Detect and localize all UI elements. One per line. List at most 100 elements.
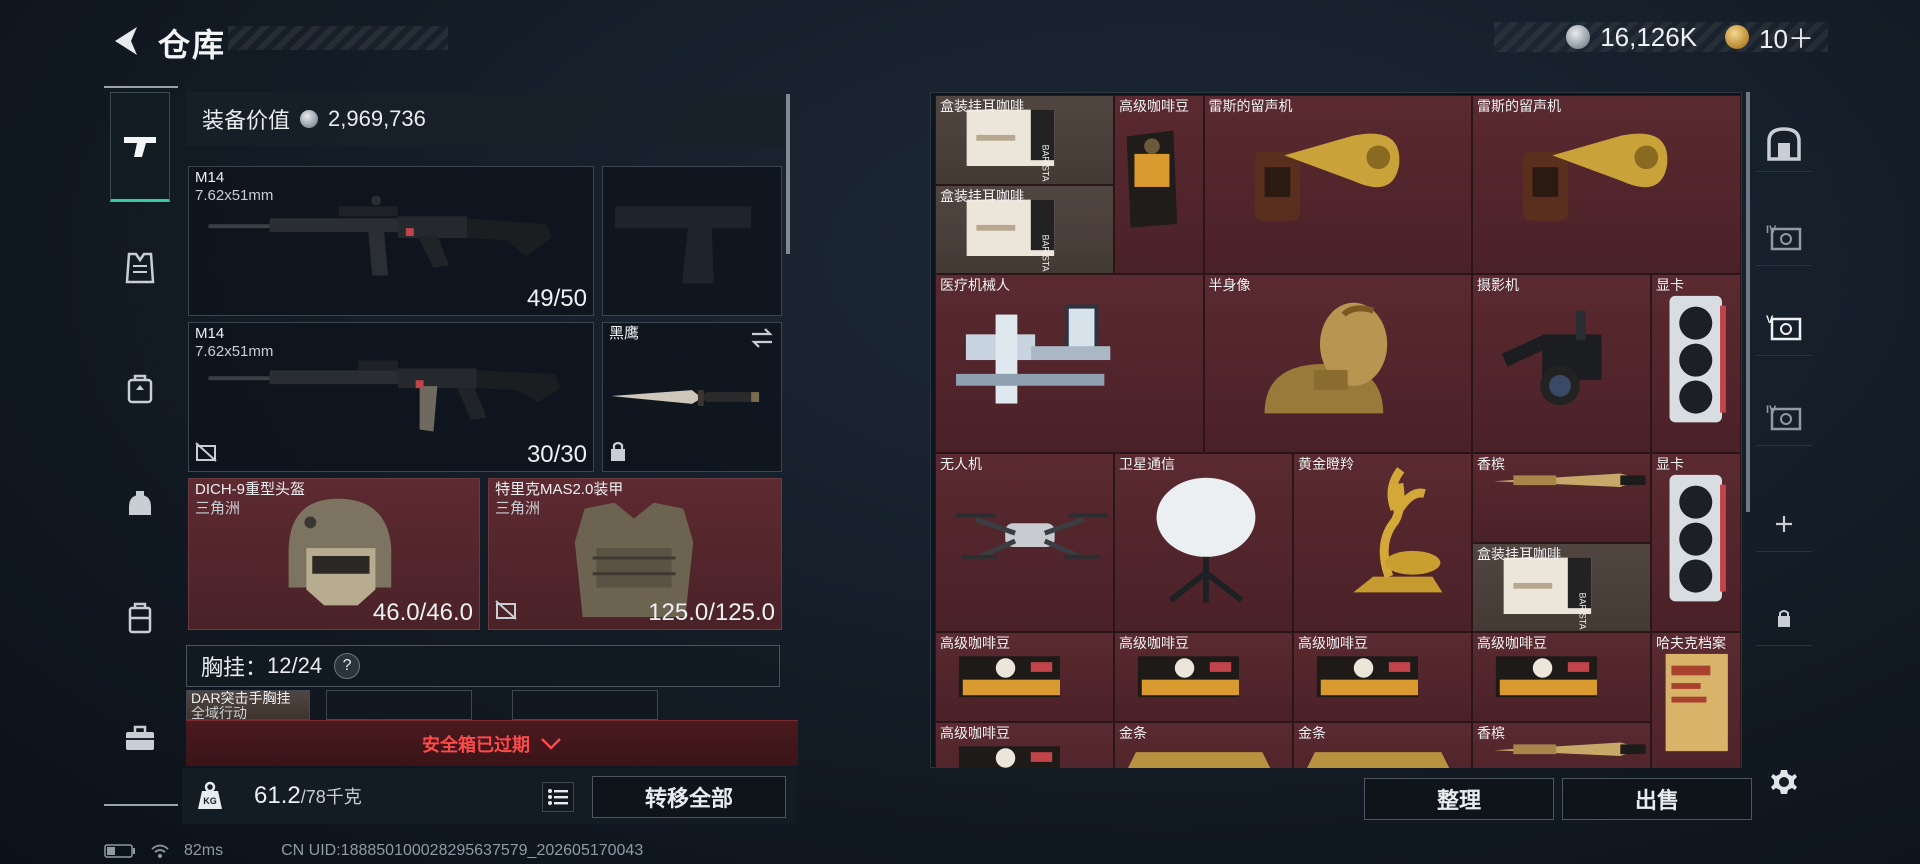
stash-item-name: 金条: [1298, 724, 1326, 741]
stash-item-name: 高级咖啡豆: [1119, 635, 1189, 651]
currency-bar: 16,126K 10＋: [1494, 21, 1828, 54]
settings-button[interactable]: [1764, 762, 1804, 802]
gear-icon: [1771, 770, 1797, 794]
chest-rig-item-sub: 全域行动: [191, 705, 247, 721]
uid-text: CN UID:188850100028295637579_20260517004…: [281, 842, 644, 859]
weight-max: /78千克: [300, 787, 362, 807]
equipment-scrollbar[interactable]: [786, 94, 790, 254]
camera-icon: [1501, 310, 1602, 406]
nav-case[interactable]: [110, 588, 170, 648]
stash-tab-3[interactable]: V: [1756, 300, 1812, 356]
stash-item-name: 香槟: [1477, 456, 1505, 472]
stash-item[interactable]: 高级咖啡豆: [1114, 632, 1293, 722]
svg-text:BARISTA: BARISTA: [1040, 234, 1050, 271]
silver-coin-icon: [300, 110, 319, 128]
stash-item[interactable]: 无人机: [935, 453, 1114, 632]
stash-tab-5[interactable]: [1756, 496, 1812, 552]
stash-item-name: 高级咖啡豆: [940, 635, 1010, 651]
armor-vest-icon: [125, 252, 155, 284]
stash-item-name: 卫星通信: [1119, 456, 1175, 472]
stash-item[interactable]: 高级咖啡豆: [1293, 632, 1472, 722]
stash-item[interactable]: 雷斯的留声机: [1203, 95, 1472, 274]
helmet-slot[interactable]: DICH-9重型头盔 三角洲 46.0/46.0: [188, 478, 480, 630]
back-button[interactable]: [100, 18, 146, 64]
stash-item[interactable]: 黄金瞪羚: [1293, 453, 1472, 632]
lock-icon: [609, 440, 627, 467]
ammo-count: 49/50: [526, 285, 587, 312]
stash-v-icon: V: [1766, 314, 1802, 340]
firearm-icon: [124, 137, 156, 157]
melee-slot[interactable]: 黑鹰: [602, 322, 782, 472]
stash-item[interactable]: 高级咖啡豆: [935, 632, 1114, 722]
equipment-value: 2,969,736: [328, 106, 426, 131]
nav-helmet-bag[interactable]: [110, 474, 170, 534]
stash-item[interactable]: 高级咖啡豆: [935, 721, 1114, 768]
pistol-slot[interactable]: [602, 166, 782, 316]
armor-slot[interactable]: 特里克MAS2.0装甲 三角洲 125.0/125.0: [488, 478, 782, 630]
silver-amount: 16,126K: [1600, 21, 1698, 52]
stash-item-name: 盒装挂耳咖啡: [940, 98, 1024, 114]
sell-button[interactable]: 出售: [1562, 778, 1752, 820]
list-icon: [548, 789, 568, 805]
gramophone-icon: [1254, 133, 1399, 221]
transfer-all-button[interactable]: 转移全部: [592, 776, 786, 818]
stash-item[interactable]: 金条: [1293, 721, 1472, 768]
stash-item-name: 高级咖啡豆: [1477, 635, 1547, 651]
stash-item[interactable]: 摄影机: [1472, 274, 1651, 453]
chest-rig-item-slot[interactable]: DAR突击手胸挂 全域行动: [186, 690, 310, 721]
backpack-icon: [127, 374, 153, 404]
stash-tab-2[interactable]: IV: [1756, 210, 1812, 266]
battery-icon: [104, 844, 135, 858]
add-icon: [1776, 515, 1792, 532]
status-bar: 82ms CN UID:188850100028295637579_202605…: [104, 842, 643, 860]
stash-tab-1[interactable]: [1756, 116, 1812, 172]
helmet-durability: 46.0/46.0: [372, 599, 473, 626]
stash-item[interactable]: 香槟: [1472, 721, 1651, 768]
stash-item[interactable]: 显卡: [1651, 453, 1741, 632]
safebox-expired-banner[interactable]: 安全箱已过期: [186, 720, 798, 766]
svg-text:IV: IV: [1766, 224, 1777, 236]
primary-weapon-slot-2[interactable]: M14 7.62x51mm 30/30: [188, 322, 594, 472]
chest-rig-slot[interactable]: [326, 690, 472, 720]
stash-item-name: 高级咖啡豆: [1119, 98, 1189, 114]
stash-item[interactable]: 显卡: [1651, 274, 1741, 453]
chest-rig-slot[interactable]: [512, 690, 658, 720]
gramophone-icon: [1522, 133, 1668, 221]
nav-toolbox[interactable]: [110, 708, 170, 768]
toolbox-icon: [126, 725, 154, 750]
gold-amount[interactable]: 10＋: [1759, 19, 1814, 56]
stash-item[interactable]: 哈夫克档案: [1651, 632, 1741, 768]
stash-item[interactable]: 金条: [1114, 721, 1293, 768]
help-button[interactable]: ?: [334, 653, 361, 679]
dossier-icon: [1665, 653, 1728, 752]
stash-item[interactable]: BARISTA 盒装挂耳咖啡: [935, 184, 1114, 274]
stash-tab-4[interactable]: IV: [1756, 390, 1812, 446]
stash-item[interactable]: BARISTA 盒装挂耳咖啡: [1472, 542, 1651, 632]
med-robot-icon: [956, 304, 1111, 404]
ping-text: 82ms: [184, 842, 224, 859]
tidy-button[interactable]: 整理: [1364, 778, 1554, 820]
chest-rig-item-name: DAR突击手胸挂: [191, 690, 291, 706]
armor-durability: 125.0/125.0: [648, 599, 775, 626]
svg-text:V: V: [1766, 314, 1774, 326]
stash-item[interactable]: 医疗机械人: [935, 274, 1204, 453]
nav-firearm[interactable]: [110, 92, 170, 202]
stash-tab-6[interactable]: [1756, 590, 1812, 646]
stash-item[interactable]: 卫星通信: [1114, 453, 1293, 632]
stash-item-name: 雷斯的留声机: [1208, 98, 1293, 114]
stash-item[interactable]: 高级咖啡豆: [1472, 632, 1651, 722]
nav-armor[interactable]: [110, 238, 170, 298]
stash-scrollbar[interactable]: [1746, 92, 1750, 512]
helmet-bag-icon: [129, 491, 151, 515]
safebox-text: 安全箱已过期: [422, 734, 530, 755]
stash-panel: BARISTA 盒装挂耳咖啡 BARISTA 盒装挂耳咖啡 高级咖啡豆 雷斯的留声机 雷斯的…: [930, 92, 1742, 768]
stash-item[interactable]: 雷斯的留声机: [1472, 95, 1741, 274]
nav-backpack[interactable]: [110, 358, 170, 418]
stash-item[interactable]: 高级咖啡豆: [1114, 95, 1204, 274]
primary-weapon-slot-1[interactable]: M14 7.62x51mm 49/50: [188, 166, 594, 316]
stash-item[interactable]: 香槟: [1472, 453, 1651, 543]
stash-item[interactable]: 半身像: [1203, 274, 1472, 453]
list-view-button[interactable]: [542, 782, 574, 812]
weight-readout: 61.2/78千克: [254, 782, 362, 810]
stash-item[interactable]: BARISTA 盒装挂耳咖啡: [935, 95, 1114, 185]
